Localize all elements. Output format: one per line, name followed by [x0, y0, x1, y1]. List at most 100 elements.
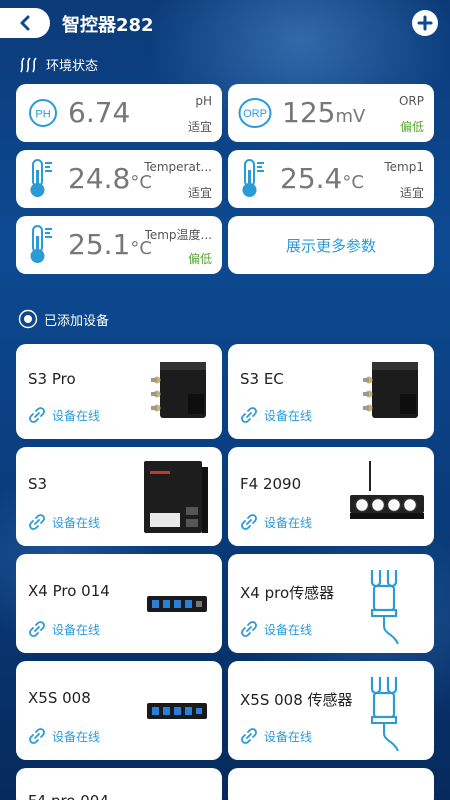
- orp-icon: ORP: [238, 98, 272, 128]
- svg-text:PH: PH: [35, 109, 50, 121]
- top-bar: 智控器282: [0, 0, 450, 46]
- svg-text:ORP: ORP: [243, 108, 267, 120]
- env-section-title: 环境状态: [46, 59, 99, 74]
- device-card-s3-ec[interactable]: S3 EC 设备在线: [228, 344, 434, 439]
- page-title: 智控器282: [62, 15, 154, 36]
- device-card-empty[interactable]: [228, 768, 434, 800]
- device-name: X5S 008 传感器: [240, 691, 353, 709]
- device-card-s3[interactable]: S3 设备在线: [16, 447, 222, 546]
- param-value: 25.1°C: [68, 228, 152, 261]
- link-icon: [29, 407, 45, 423]
- level-sensor-image: [370, 677, 399, 752]
- device-name: X4 pro传感器: [240, 584, 335, 602]
- link-icon: [241, 407, 257, 423]
- link-icon: [29, 728, 45, 744]
- param-value: 6.74: [68, 96, 130, 129]
- back-button[interactable]: [0, 8, 50, 38]
- device-name: X5S 008: [28, 689, 91, 707]
- param-name: Temp1: [384, 160, 424, 174]
- param-card-temp1[interactable]: 25.4°C Temp1 适宜: [228, 150, 434, 208]
- pump-array-image: [350, 461, 424, 519]
- devices-section-header: 已添加设备: [18, 309, 109, 329]
- param-value-number: 24.8: [68, 162, 131, 195]
- device-status: 设备在线: [28, 620, 100, 638]
- device-status: 设备在线: [240, 406, 312, 424]
- device-name: F4 pro 004: [28, 792, 109, 800]
- level-sensor-image: [370, 570, 399, 645]
- param-value-number: 6.74: [68, 96, 131, 129]
- device-name: S3: [28, 475, 48, 493]
- device-status: 设备在线: [240, 727, 312, 745]
- device-status-label: 设备在线: [264, 622, 313, 637]
- param-value-number: 25.1: [68, 228, 131, 261]
- link-icon: [241, 514, 257, 530]
- device-status: 设备在线: [240, 620, 312, 638]
- param-value-number: 25.4: [280, 162, 343, 195]
- param-card-ph[interactable]: PH 6.74 pH 适宜: [16, 84, 222, 142]
- device-list-icon: [18, 309, 38, 329]
- param-name: ORP: [398, 94, 424, 108]
- device-card-f4-2090[interactable]: F4 2090 设备在线: [228, 447, 434, 546]
- link-icon: [241, 728, 257, 744]
- param-value-number: 125: [282, 96, 336, 129]
- device-status-label: 设备在线: [264, 729, 313, 744]
- thermometer-icon: [30, 225, 52, 263]
- link-icon: [241, 621, 257, 637]
- chevron-left-icon: [20, 15, 30, 31]
- thermometer-icon: [242, 159, 264, 197]
- device-card-x5s-008-sensor[interactable]: X5S 008 传感器 设备在线: [228, 661, 434, 760]
- param-status: 偏低: [399, 120, 424, 134]
- device-status-label: 设备在线: [264, 515, 313, 530]
- device-status: 设备在线: [240, 513, 312, 531]
- thermometer-icon: [30, 159, 52, 197]
- device-status-label: 设备在线: [264, 408, 313, 423]
- device-name: F4 2090: [240, 475, 302, 493]
- power-strip-image: [147, 703, 207, 719]
- device-status-label: 设备在线: [52, 729, 101, 744]
- show-more-params-button[interactable]: 展示更多参数: [228, 216, 434, 274]
- device-name: S3 EC: [240, 370, 284, 388]
- device-card-s3-pro[interactable]: S3 Pro 设备在线: [16, 344, 222, 439]
- param-value: 25.4°C: [280, 162, 364, 195]
- power-strip-image: [147, 596, 207, 612]
- controller-box-image: [363, 362, 418, 418]
- kamoer-box-image: [144, 461, 208, 533]
- water-waves-icon: [20, 56, 37, 72]
- device-card-x4-pro-014[interactable]: X4 Pro 014 设备在线: [16, 554, 222, 653]
- env-section-header: 环境状态: [18, 55, 98, 74]
- ph-icon: PH: [29, 99, 57, 127]
- device-name: X4 Pro 014: [28, 582, 110, 600]
- device-status: 设备在线: [28, 727, 100, 745]
- link-icon: [29, 514, 45, 530]
- param-card-temperature[interactable]: 24.8°C Temperat... 适宜: [16, 150, 222, 208]
- device-status-label: 设备在线: [52, 408, 101, 423]
- param-unit: °C: [342, 172, 364, 193]
- device-status-label: 设备在线: [52, 515, 101, 530]
- param-status: 适宜: [187, 120, 212, 134]
- param-card-orp[interactable]: ORP 125mV ORP 偏低: [228, 84, 434, 142]
- device-status: 设备在线: [28, 513, 100, 531]
- device-name: S3 Pro: [28, 370, 76, 388]
- plus-icon: [417, 15, 433, 31]
- add-button[interactable]: [412, 10, 438, 36]
- link-icon: [29, 621, 45, 637]
- param-value: 125mV: [282, 96, 365, 129]
- param-unit: °C: [130, 172, 152, 193]
- param-name: Temp温度...: [144, 228, 212, 242]
- param-value: 24.8°C: [68, 162, 152, 195]
- param-name: Temperat...: [144, 160, 212, 174]
- controller-box-image: [151, 362, 206, 418]
- param-status: 适宜: [187, 186, 212, 200]
- param-status: 适宜: [399, 186, 424, 200]
- show-more-params-label: 展示更多参数: [285, 236, 376, 255]
- device-status: 设备在线: [28, 406, 100, 424]
- param-card-temp-sensor[interactable]: 25.1°C Temp温度... 偏低: [16, 216, 222, 274]
- device-card-x5s-008[interactable]: X5S 008 设备在线: [16, 661, 222, 760]
- param-unit: mV: [335, 106, 366, 127]
- param-name: pH: [195, 94, 212, 108]
- devices-section-title: 已添加设备: [44, 313, 110, 329]
- device-card-x4-pro-sensor[interactable]: X4 pro传感器 设备在线: [228, 554, 434, 653]
- device-card-f4-pro-004[interactable]: F4 pro 004: [16, 768, 222, 800]
- device-status-label: 设备在线: [52, 622, 101, 637]
- param-status: 偏低: [187, 252, 212, 266]
